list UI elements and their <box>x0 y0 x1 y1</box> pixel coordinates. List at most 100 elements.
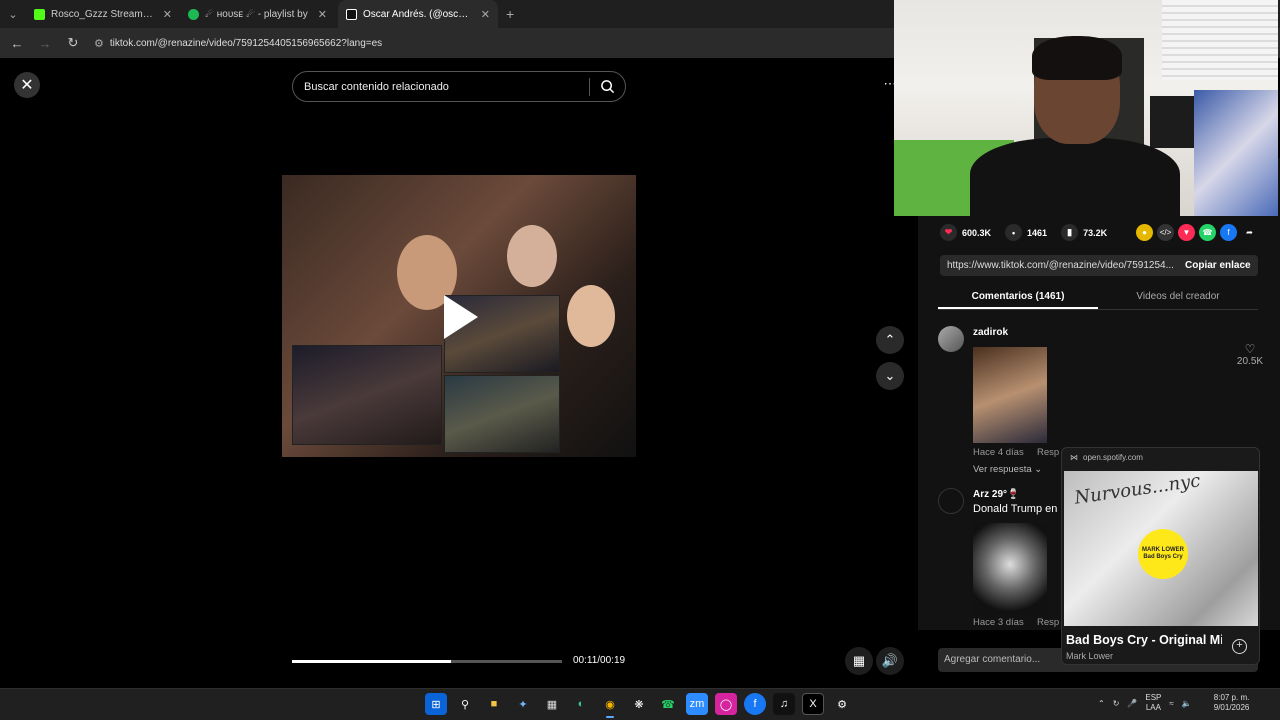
instagram-icon[interactable]: ◯ <box>715 693 737 715</box>
comment-like-count: 20.5K <box>1236 356 1264 367</box>
video-progress-fill <box>292 660 452 663</box>
tab-creator-videos[interactable]: Videos del creador <box>1098 286 1258 309</box>
facebook-icon[interactable]: f <box>1220 224 1237 241</box>
zoom-icon[interactable]: zm <box>686 693 708 715</box>
store-icon[interactable]: ▦ <box>541 693 563 715</box>
save-button[interactable]: ▮ 73.2K <box>1061 224 1107 241</box>
video-person-image <box>507 225 557 287</box>
whatsapp-icon[interactable]: ☎ <box>657 693 679 715</box>
share-link-box: https://www.tiktok.com/@renazine/video/7… <box>940 255 1258 276</box>
spotify-mini-player[interactable]: ⋈ open.spotify.com Nurvous...nyc MARK LO… <box>1061 447 1260 665</box>
comment-image[interactable] <box>973 523 1047 615</box>
whatsapp-icon[interactable]: ☎ <box>1199 224 1216 241</box>
like-button[interactable]: ❤ 600.3K <box>940 224 991 241</box>
avatar[interactable] <box>938 488 964 514</box>
search-icon[interactable] <box>600 79 615 94</box>
comment-like[interactable]: ♡ 20.5K <box>1234 342 1266 367</box>
reply-button[interactable]: Resp <box>1037 617 1059 628</box>
wifi-icon[interactable]: ≈ <box>1169 699 1173 708</box>
system-tray: ⌃ ↻ 🎤 ESP LAA ≈ 🔈 8:07 p. m. 9/01/2026 <box>1098 693 1249 713</box>
x-icon[interactable]: X <box>802 693 824 715</box>
comments-tabs: Comentarios (1461) Videos del creador <box>938 286 1258 310</box>
search-divider <box>589 78 590 96</box>
tab-title: Oscar Andrés. (@oscar_andres <box>363 8 471 20</box>
tab-kick[interactable]: Rosco_Gzzz Stream - Watch Liv ✕ <box>26 0 180 28</box>
send-icon[interactable]: ▼ <box>1178 224 1195 241</box>
tray-chevron-up-icon[interactable]: ⌃ <box>1098 699 1105 708</box>
window-blind-image <box>1162 0 1278 80</box>
comment-time: Hace 4 días <box>973 447 1024 458</box>
app-icon[interactable]: ⚙ <box>831 693 853 715</box>
tab-close-icon[interactable]: ✕ <box>163 8 172 21</box>
back-icon[interactable]: ← <box>6 32 28 54</box>
tab-spotify[interactable]: ☄ ʜᴏᴜѕᴇ ☄ - playlist by ✕ <box>180 0 338 28</box>
tab-close-icon[interactable]: ✕ <box>481 8 490 21</box>
copy-link-button[interactable]: Copiar enlace <box>1185 260 1251 271</box>
url-field[interactable]: ⚙ tiktok.com/@renazine/video/75912544051… <box>90 37 382 50</box>
edge-icon[interactable]: ◐ <box>570 693 592 715</box>
see-replies-button[interactable]: Ver respuesta ⌄ <box>973 464 1042 475</box>
tab-comments[interactable]: Comentarios (1461) <box>938 286 1098 309</box>
microphone-icon[interactable]: 🎤 <box>1127 699 1137 708</box>
tab-tiktok[interactable]: Oscar Andrés. (@oscar_andres ✕ <box>338 0 498 28</box>
link-icon: ⋈ <box>1070 453 1078 462</box>
language-indicator[interactable]: ESP LAA <box>1145 693 1161 712</box>
mini-player-icon[interactable]: ▦ <box>845 647 873 675</box>
share-icons: ● </> ▼ ☎ f ➦ <box>1136 224 1258 241</box>
comment-button[interactable]: • 1461 <box>1005 224 1047 241</box>
search-icon[interactable]: ⚲ <box>454 693 476 715</box>
site-settings-icon[interactable]: ⚙ <box>94 37 104 50</box>
facebook-icon[interactable]: f <box>744 693 766 715</box>
clock[interactable]: 8:07 p. m. 9/01/2026 <box>1214 693 1250 713</box>
video-timecode: 00:11/00:19 <box>573 655 626 666</box>
chrome-icon[interactable]: ◉ <box>599 693 621 718</box>
reply-button[interactable]: Resp <box>1037 447 1059 458</box>
person-hair-image <box>1032 36 1122 80</box>
next-video-chevron-down-icon[interactable]: ⌄ <box>876 362 904 390</box>
comment-username[interactable]: zadirok <box>973 327 1008 338</box>
copilot-icon[interactable]: ✦ <box>512 693 534 715</box>
related-search-input[interactable]: Buscar contenido relacionado <box>292 71 626 102</box>
comment-image[interactable] <box>973 347 1047 443</box>
chatgpt-icon[interactable]: ❋ <box>628 693 650 715</box>
file-explorer-icon[interactable]: ■ <box>483 693 505 715</box>
search-placeholder: Buscar contenido relacionado <box>304 80 449 93</box>
song-artist[interactable]: Mark Lower <box>1066 651 1113 661</box>
video-frame[interactable] <box>282 175 636 457</box>
close-video-button[interactable]: ✕ <box>14 72 40 98</box>
comment-text: Donald Trump en <box>973 503 1058 515</box>
previous-video-chevron-up-icon[interactable]: ⌃ <box>876 326 904 354</box>
embed-icon[interactable]: </> <box>1157 224 1174 241</box>
speaker-icon[interactable]: 🔈 <box>1182 699 1192 708</box>
song-title[interactable]: Bad Boys Cry - Original Mi <box>1066 633 1222 647</box>
url-text: tiktok.com/@renazine/video/7591254405156… <box>109 37 383 49</box>
coin-icon[interactable]: ● <box>1136 224 1153 241</box>
comment-username[interactable]: Arz 29°🍷 <box>973 489 1019 500</box>
volume-icon[interactable]: 🔊 <box>876 647 904 675</box>
play-icon[interactable] <box>444 295 478 339</box>
album-sticker: MARK LOWER Bad Boys Cry <box>1138 529 1188 579</box>
comment-heart-icon: ♡ <box>1244 342 1256 356</box>
clock-date: 9/01/2026 <box>1213 703 1250 712</box>
sticker-artist: MARK LOWER <box>1142 546 1184 553</box>
tab-title: Rosco_Gzzz Stream - Watch Liv <box>51 8 153 20</box>
tab-close-icon[interactable]: ✕ <box>318 8 327 21</box>
avatar[interactable] <box>938 326 964 352</box>
album-art: Nurvous...nyc MARK LOWER Bad Boys Cry <box>1064 471 1258 626</box>
share-arrow-icon[interactable]: ➦ <box>1241 224 1258 241</box>
video-progress-bar[interactable] <box>292 660 562 663</box>
sync-icon[interactable]: ↻ <box>1113 699 1120 708</box>
new-tab-button[interactable]: + <box>498 6 522 22</box>
forward-icon[interactable]: → <box>34 32 56 54</box>
tab-search-chevron-icon[interactable]: ⌄ <box>0 0 26 28</box>
person-body-image <box>970 138 1180 216</box>
collage-photo <box>444 375 560 453</box>
taskbar-apps: ⊞ ⚲ ■ ✦ ▦ ◐ ◉ ❋ ☎ zm ◯ f ♫ X ⚙ <box>425 693 853 718</box>
start-icon[interactable]: ⊞ <box>425 693 447 715</box>
tiktok-icon[interactable]: ♫ <box>773 693 795 715</box>
share-link-url[interactable]: https://www.tiktok.com/@renazine/video/7… <box>947 260 1175 271</box>
spotify-favicon-icon <box>188 8 199 20</box>
add-to-library-icon[interactable]: + <box>1232 639 1247 654</box>
clock-time: 8:07 p. m. <box>1213 693 1250 702</box>
reload-icon[interactable]: ↻ <box>62 32 84 54</box>
